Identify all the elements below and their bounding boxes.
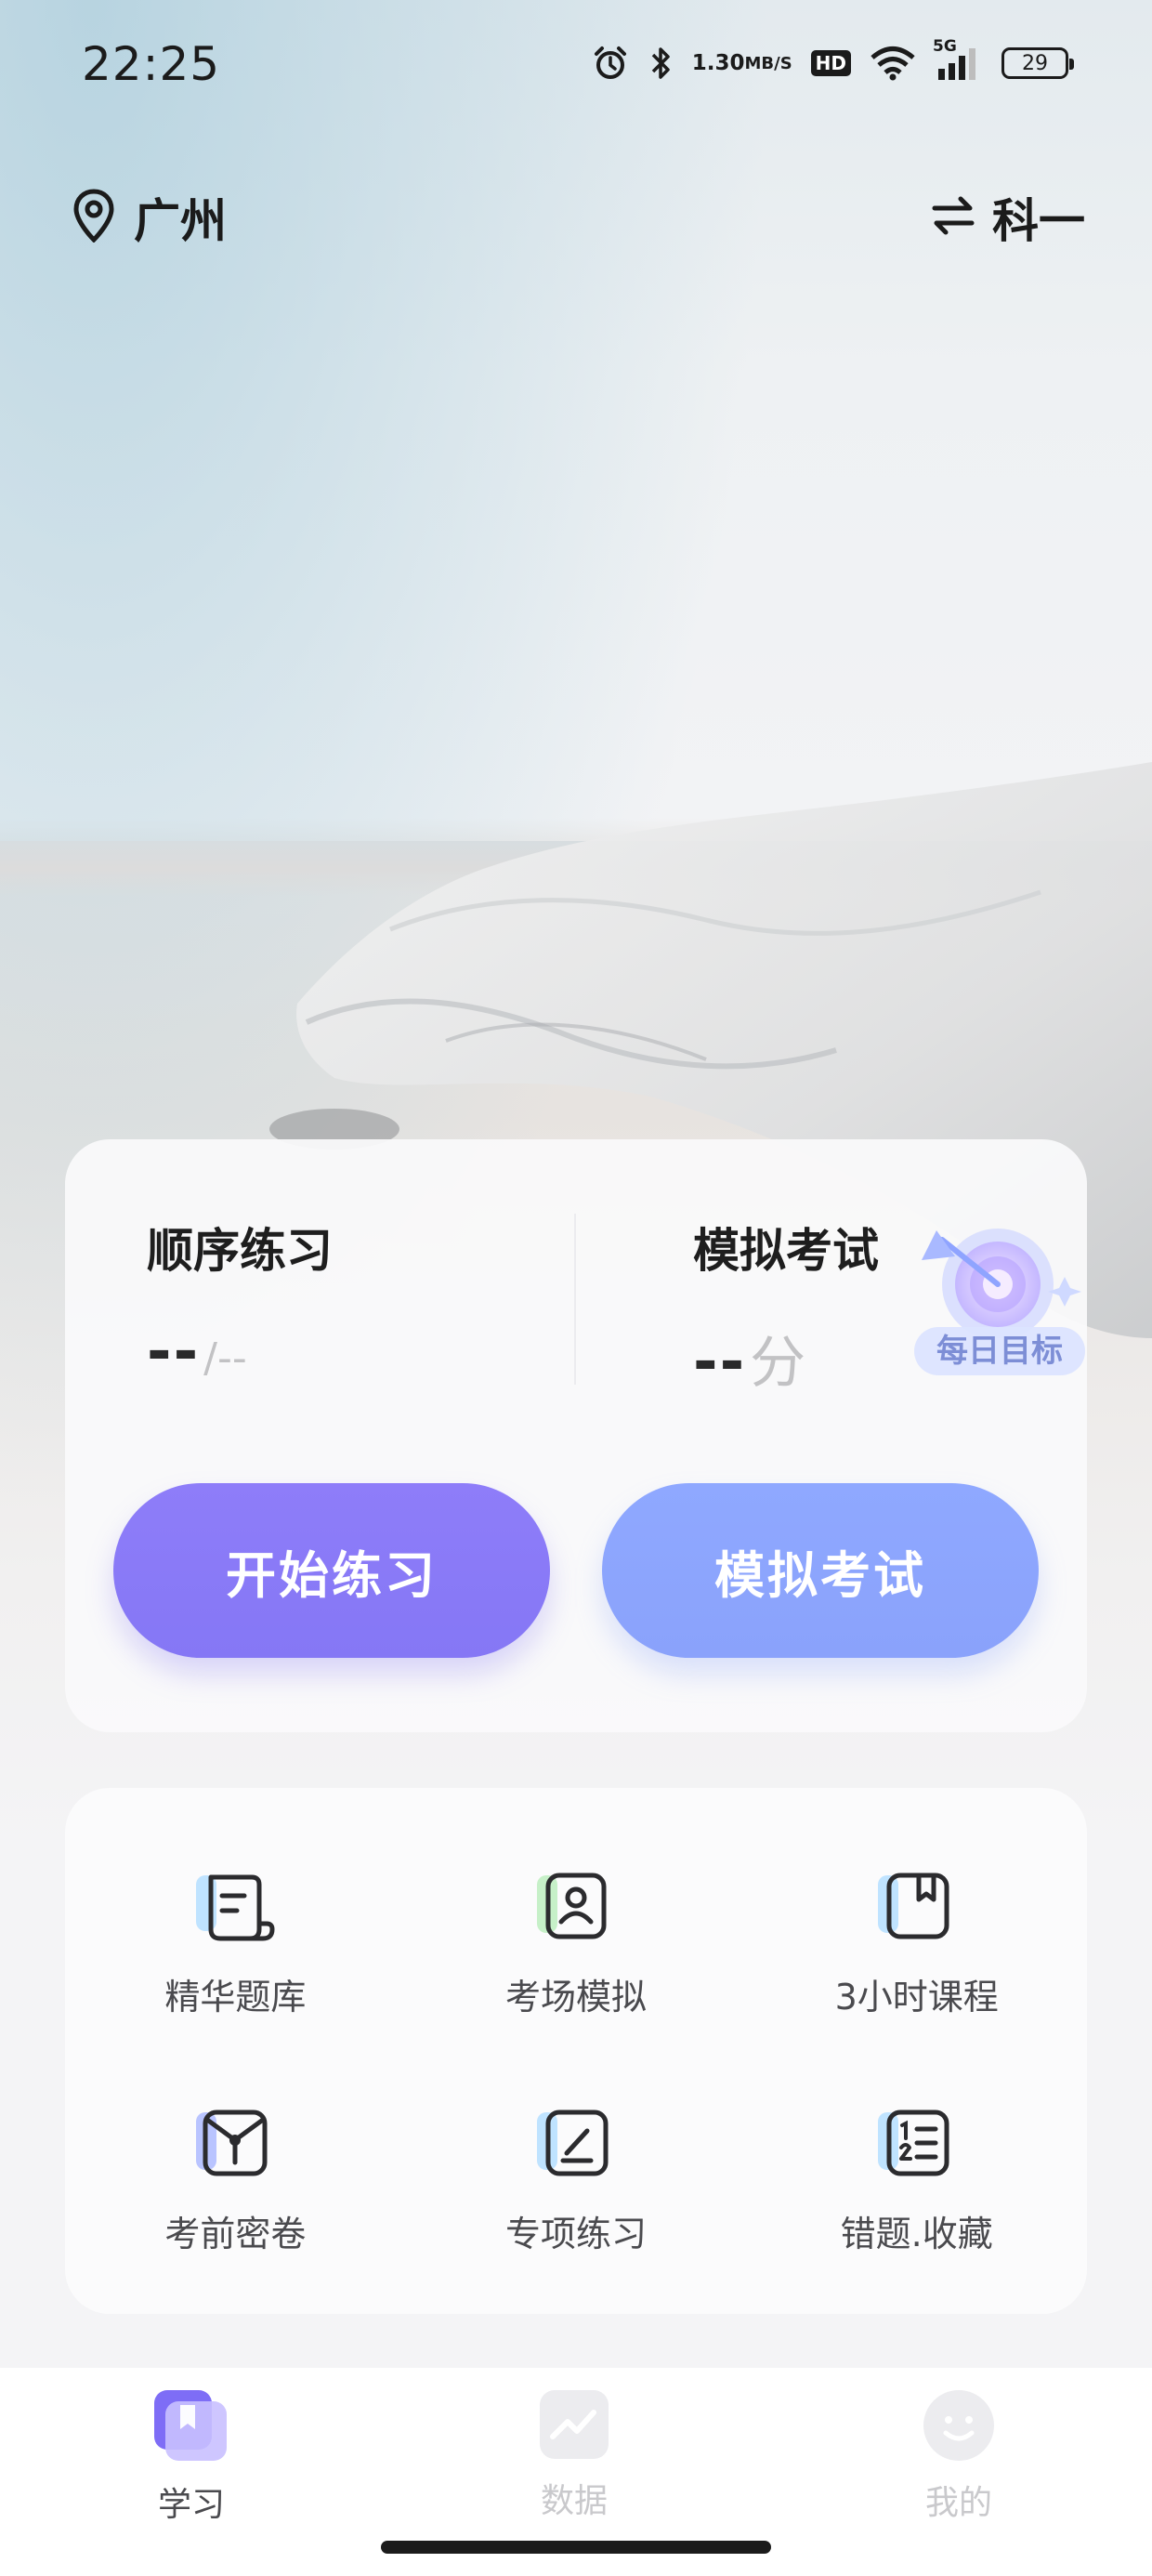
network-speed: 1.30 MB/S (691, 50, 792, 75)
mock-exam-stat[interactable]: 模拟考试 -- 分 (693, 1214, 879, 1399)
location-selector[interactable]: 广州 (72, 184, 227, 251)
sequential-practice-progress: -- /-- (147, 1318, 333, 1387)
battery-indicator: 29 (1001, 47, 1074, 79)
practice-card: 顺序练习 -- /-- 模拟考试 -- 分 每日目标 开始练习 模拟考试 (65, 1139, 1087, 1732)
edit-icon (533, 2105, 619, 2185)
status-bar: 22:25 1.30 MB/S HD 5G 29 (0, 0, 1152, 139)
home-indicator[interactable] (381, 2541, 771, 2554)
hd-badge: HD (810, 50, 851, 76)
mock-exam-score-unit: 分 (750, 1331, 806, 1396)
sealed-paper-icon (192, 2105, 278, 2185)
sequential-practice-title: 顺序练习 (147, 1224, 333, 1278)
daily-goal-widget[interactable]: 每日目标 (909, 1217, 1087, 1403)
mock-exam-button[interactable]: 模拟考试 (602, 1483, 1039, 1658)
feature-mistakes-favorites[interactable]: 错题.收藏 (746, 2105, 1087, 2256)
subject-switcher[interactable]: 科一 (931, 184, 1085, 251)
feature-label: 专项练习 (504, 2214, 647, 2254)
feature-exam-simulation[interactable]: 考场模拟 (406, 1868, 747, 2019)
wifi-icon (870, 46, 916, 81)
daily-goal-label: 每日目标 (914, 1327, 1085, 1375)
feature-pre-exam-papers[interactable]: 考前密卷 (65, 2105, 406, 2256)
feature-special-practice[interactable]: 专项练习 (406, 2105, 747, 2256)
feature-label: 考场模拟 (504, 1977, 647, 2017)
cellular-type: 5G (933, 37, 957, 56)
alarm-icon (592, 45, 629, 82)
sequential-practice-stat[interactable]: 顺序练习 -- /-- (147, 1214, 333, 1387)
tab-study-label: 学习 (157, 2486, 225, 2524)
map-pin-icon (72, 189, 115, 246)
mock-exam-score-value: -- (693, 1328, 747, 1397)
start-practice-button[interactable]: 开始练习 (113, 1483, 550, 1658)
numbered-list-icon (874, 2105, 960, 2185)
mock-exam-title: 模拟考试 (693, 1224, 879, 1278)
feature-label: 精华题库 (164, 1977, 307, 2017)
network-speed-unit: MB/S (744, 53, 792, 73)
features-grid: 精华题库 考场模拟 3小时课程 考前密卷 专项练习 错题.收藏 (65, 1868, 1087, 2256)
swap-arrows-icon (931, 195, 975, 240)
background-sea (0, 841, 1152, 897)
feature-label: 错题.收藏 (840, 2214, 993, 2254)
stat-divider (574, 1214, 576, 1385)
book-icon (874, 1868, 960, 1948)
feature-label: 考前密卷 (164, 2214, 307, 2254)
cellular-signal-icon: 5G (933, 37, 983, 82)
status-icons: 1.30 MB/S HD 5G 29 (592, 37, 1074, 82)
scroll-icon (192, 1868, 278, 1948)
id-badge-icon (533, 1868, 619, 1948)
tab-mine-label: 我的 (924, 2484, 992, 2522)
smile-icon (922, 2388, 996, 2466)
bluetooth-icon (648, 45, 674, 82)
network-speed-value: 1.30 (691, 50, 745, 75)
tab-data[interactable]: 数据 (481, 2388, 667, 2522)
status-time: 22:25 (82, 37, 221, 91)
location-label: 广州 (134, 194, 227, 248)
feature-3h-course[interactable]: 3小时课程 (746, 1868, 1087, 2019)
tab-study[interactable]: 学习 (98, 2388, 284, 2526)
feature-question-bank[interactable]: 精华题库 (65, 1868, 406, 2019)
sequential-practice-count: -- (147, 1318, 201, 1387)
mock-exam-score: -- 分 (693, 1318, 879, 1399)
tab-mine[interactable]: 我的 (866, 2388, 1052, 2524)
bookmark-book-icon (152, 2388, 230, 2468)
chart-icon (538, 2388, 610, 2464)
sequential-practice-total: /-- (203, 1334, 247, 1382)
tab-data-label: 数据 (540, 2482, 608, 2520)
features-card: 精华题库 考场模拟 3小时课程 考前密卷 专项练习 错题.收藏 (65, 1788, 1087, 2314)
feature-label: 3小时课程 (834, 1977, 999, 2017)
subject-label: 科一 (992, 194, 1085, 248)
